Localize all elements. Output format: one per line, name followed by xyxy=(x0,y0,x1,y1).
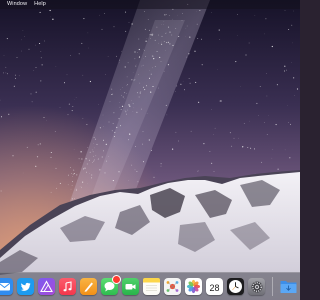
dock-item-photos[interactable] xyxy=(185,278,202,295)
dock-item-facetime[interactable] xyxy=(122,278,139,295)
dock-separator xyxy=(272,277,273,296)
gear-icon xyxy=(251,281,262,292)
photos-flower-icon xyxy=(186,279,201,294)
dock-item-downloads-folder[interactable] xyxy=(280,278,297,295)
pen-icon xyxy=(84,282,93,292)
clock-icon xyxy=(229,280,242,293)
dock-item-messages[interactable] xyxy=(101,275,121,295)
dock-item-music[interactable] xyxy=(59,278,76,295)
dock-item-twitter[interactable] xyxy=(17,278,34,295)
dock-item-system-preferences[interactable] xyxy=(248,278,265,295)
video-camera-icon xyxy=(125,284,136,290)
mail-icon xyxy=(0,283,10,291)
dock-item-mail[interactable] xyxy=(0,278,13,295)
dock-item-clock[interactable] xyxy=(227,278,244,295)
dock-item-affinity[interactable] xyxy=(38,278,55,295)
dock: 28 xyxy=(0,272,300,300)
desktop-screen: Window Help 28 xyxy=(0,0,300,300)
menu-bar: Window Help xyxy=(0,0,300,9)
twitter-bird-icon xyxy=(20,282,31,291)
dock-item-notes[interactable] xyxy=(143,278,160,295)
folder-download-icon xyxy=(280,281,297,293)
menu-help[interactable]: Help xyxy=(34,0,46,9)
desktop-wallpaper xyxy=(0,0,300,300)
notification-badge xyxy=(112,275,121,284)
dock-item-calendar[interactable]: 28 xyxy=(206,278,223,295)
notes-icon xyxy=(143,278,160,291)
calendar-day-number: 28 xyxy=(209,283,220,293)
dock-item-pages[interactable] xyxy=(80,278,97,295)
mindmap-icon xyxy=(166,281,179,292)
affinity-triangle-icon xyxy=(40,280,53,293)
music-note-icon xyxy=(63,281,72,292)
dock-item-mindnode[interactable] xyxy=(164,278,181,295)
menu-window[interactable]: Window xyxy=(7,0,27,9)
